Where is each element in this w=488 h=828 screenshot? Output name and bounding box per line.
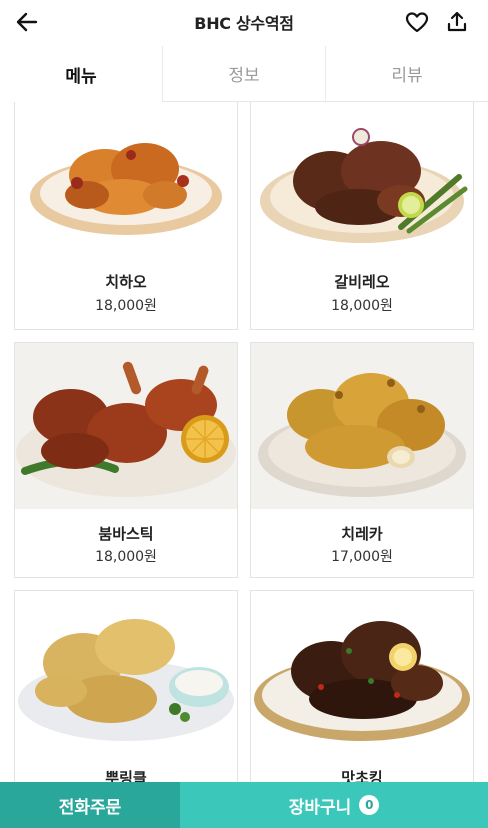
share-icon: [447, 11, 467, 32]
menu-price: 18,000원: [95, 298, 157, 314]
menu-name: 뿌링클: [105, 769, 147, 782]
menu-image-chireka: [251, 343, 473, 509]
app-header: BHC 상수역점: [0, 0, 488, 44]
share-button[interactable]: [442, 8, 472, 36]
menu-card[interactable]: 붐바스틱 18,000원: [14, 342, 238, 578]
menu-card[interactable]: 치레카 17,000원: [250, 342, 474, 578]
menu-name: 붐바스틱: [98, 525, 154, 543]
menu-price: 18,000원: [331, 298, 393, 314]
menu-card[interactable]: 맛초킹: [250, 590, 474, 782]
tab-review[interactable]: 리뷰: [325, 46, 488, 102]
menu-price: 17,000원: [331, 549, 393, 565]
tab-info[interactable]: 정보: [162, 46, 325, 102]
menu-card[interactable]: 치하오 18,000원: [14, 102, 238, 330]
cart-label: 장바구니: [288, 797, 352, 818]
menu-image-puringkle: [15, 591, 237, 753]
back-button[interactable]: [12, 8, 42, 36]
heart-icon: [405, 12, 429, 33]
menu-name: 치레카: [341, 525, 383, 543]
arrow-left-icon: [16, 12, 38, 32]
tab-bar: 메뉴 정보 리뷰: [0, 46, 488, 102]
menu-card[interactable]: 갈비레오 18,000원: [250, 102, 474, 330]
bottom-action-bar: 전화주문 장바구니 0: [0, 782, 488, 828]
menu-image-matchoking: [251, 591, 473, 753]
menu-image-galbileo: [251, 102, 473, 259]
menu-card[interactable]: 뿌링클: [14, 590, 238, 782]
menu-name: 갈비레오: [334, 273, 390, 291]
menu-image-boombastic: [15, 343, 237, 509]
cart-count-badge: 0: [359, 795, 380, 815]
menu-name: 치하오: [105, 273, 147, 291]
menu-name: 맛초킹: [341, 769, 383, 782]
cart-button[interactable]: 장바구니 0: [180, 782, 488, 828]
tab-menu[interactable]: 메뉴: [0, 46, 162, 102]
menu-price: 18,000원: [95, 549, 157, 565]
phone-order-button[interactable]: 전화주문: [0, 782, 180, 828]
store-title: BHC 상수역점: [194, 14, 294, 33]
favorite-button[interactable]: [402, 8, 432, 36]
menu-image-chihao: [15, 102, 237, 259]
menu-grid: 치하오 18,000원 갈비레오 18,000원 붐바스틱 18,000원 치레…: [0, 102, 488, 782]
